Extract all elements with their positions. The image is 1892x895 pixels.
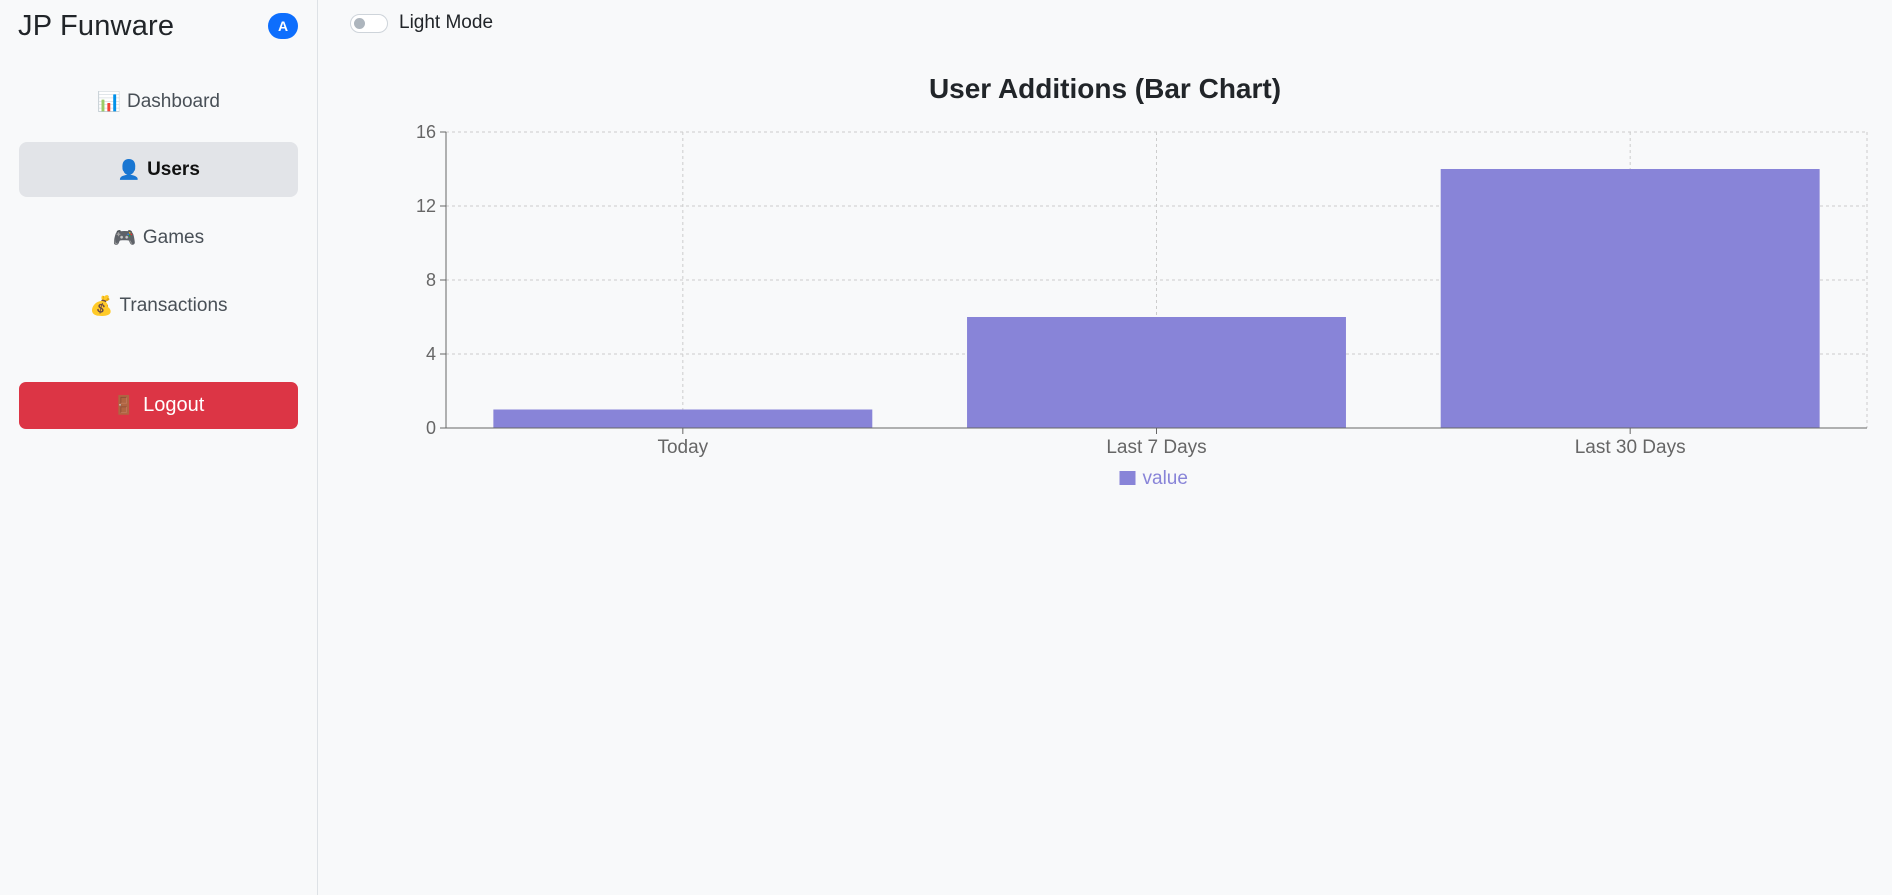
bar-chart-icon: 📊 (97, 91, 121, 113)
money-bag-icon: 💰 (89, 295, 114, 317)
y-tick-label: 0 (426, 418, 436, 438)
bar (1440, 169, 1820, 428)
sidebar-item-transactions[interactable]: 💰 Transactions (19, 278, 298, 333)
sidebar-item-label: Dashboard (127, 90, 220, 112)
legend-label: value (1143, 468, 1188, 489)
theme-toggle-label: Light Mode (399, 12, 494, 33)
x-tick-label: Last 30 Days (1575, 437, 1686, 458)
sidebar-item-games[interactable]: 🎮 Games (19, 210, 298, 265)
y-tick-label: 16 (416, 122, 436, 142)
sidebar-nav: 📊 Dashboard 👤 Users 🎮 Games 💰 Transactio… (19, 74, 298, 346)
app-window: JP Funware A 📊 Dashboard 👤 Users 🎮 Games… (0, 0, 1892, 895)
toggle-knob (354, 17, 365, 29)
user-icon: 👤 (117, 159, 141, 181)
legend-swatch (1119, 471, 1136, 485)
x-tick-label: Last 7 Days (1106, 437, 1206, 458)
sidebar-item-label: Users (147, 158, 200, 180)
sidebar-item-label: Games (142, 226, 205, 248)
sidebar: JP Funware A 📊 Dashboard 👤 Users 🎮 Games… (0, 0, 318, 895)
avatar[interactable]: A (268, 13, 298, 39)
sidebar-item-dashboard[interactable]: 📊 Dashboard (19, 74, 298, 129)
gamepad-icon: 🎮 (112, 227, 137, 249)
bar (967, 317, 1346, 428)
door-icon: 🚪 (112, 395, 136, 415)
sidebar-item-users[interactable]: 👤 Users (19, 142, 298, 197)
sidebar-item-label: Transactions (119, 294, 228, 316)
y-tick-label: 12 (416, 196, 436, 216)
y-tick-label: 8 (426, 270, 436, 290)
brand-title: JP Funware (18, 10, 175, 42)
bar-chart: 0 4 8 12 16 Today Last 7 Days Last 30 Days value (416, 122, 1868, 489)
y-tick-label: 4 (426, 344, 436, 364)
logout-label: Logout (143, 394, 205, 416)
logout-button[interactable]: 🚪 Logout (19, 382, 298, 429)
x-tick-label: Today (657, 437, 708, 458)
chart-title: User Additions (Bar Chart) (928, 73, 1282, 104)
theme-toggle-switch[interactable] (350, 13, 388, 33)
theme-toggle[interactable]: Light Mode (350, 12, 493, 34)
bar (493, 409, 873, 428)
